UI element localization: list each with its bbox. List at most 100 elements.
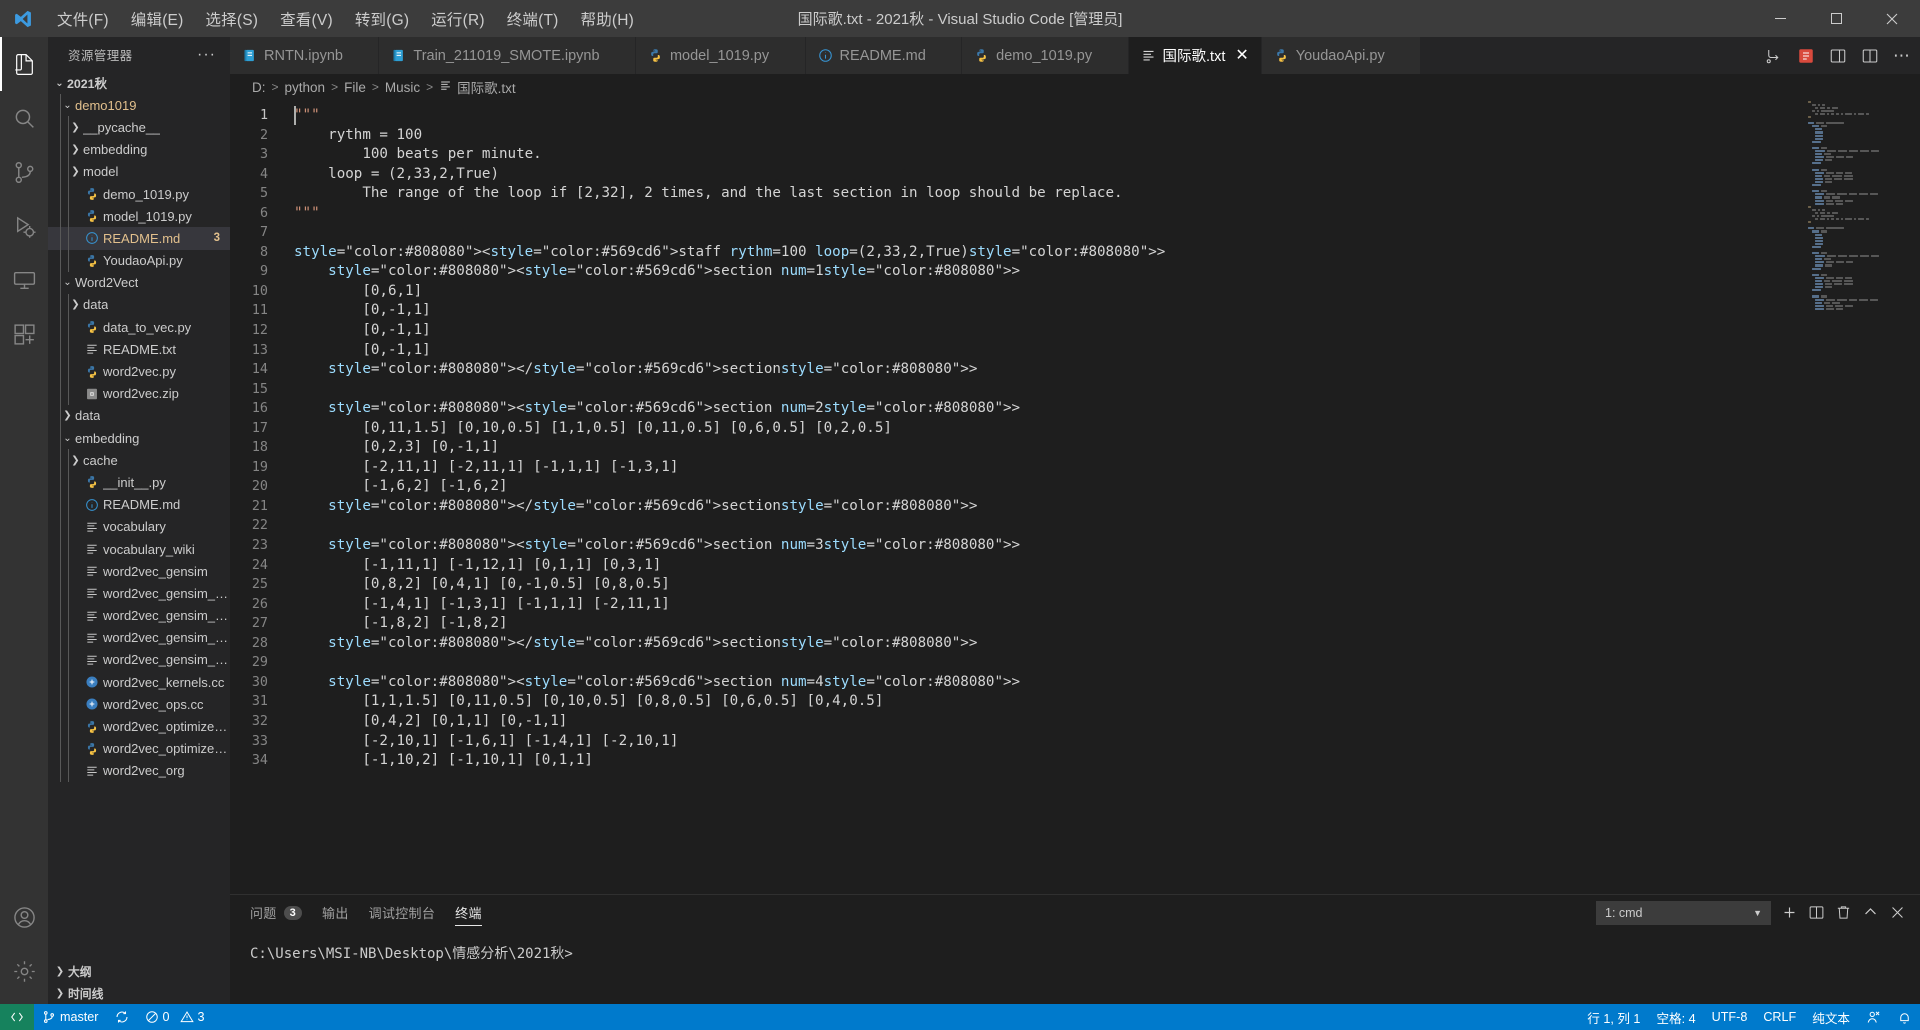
code-line[interactable]: [-1,10,2] [-1,10,1] [0,1,1]	[287, 751, 1920, 771]
code-line[interactable]: style="color:#808080"></style="color:#56…	[287, 634, 1920, 654]
file-tree[interactable]: ⌄ 2021秋 ⌄ demo1019 ❯ __pycache__ ❯ embedding ❯ mo…	[48, 72, 230, 960]
code-line[interactable]: [0,2,3] [0,-1,1]	[287, 438, 1920, 458]
tree-file-row[interactable]: · README.md 3	[48, 227, 230, 250]
tree-file-row[interactable]: · word2vec_gensim_w...	[48, 604, 230, 627]
code-line[interactable]: [-1,11,1] [-1,12,1] [0,1,1] [0,3,1]	[287, 556, 1920, 576]
code-line[interactable]	[287, 380, 1920, 400]
code-line[interactable]: rythm = 100	[287, 126, 1920, 146]
code-line[interactable]: style="color:#808080"></style="color:#56…	[287, 497, 1920, 517]
tree-file-row[interactable]: · model_1019.py	[48, 205, 230, 228]
tree-file-row[interactable]: · word2vec_org	[48, 759, 230, 782]
sidebar-more-actions-icon[interactable]: ···	[197, 46, 222, 64]
language-mode[interactable]: 纯文本	[1804, 1004, 1858, 1030]
activity-extensions-icon[interactable]	[0, 307, 48, 361]
extension-badge-icon[interactable]	[1797, 47, 1815, 65]
code-line[interactable]: [-2,10,1] [-1,6,1] [-1,4,1] [-2,10,1]	[287, 732, 1920, 752]
activity-explorer-icon[interactable]	[0, 37, 48, 91]
breadcrumb-item[interactable]: File	[344, 80, 366, 95]
code-line[interactable]: style="color:#808080"><style="color:#569…	[287, 262, 1920, 282]
indentation-setting[interactable]: 空格: 4	[1648, 1004, 1703, 1030]
minimize-button[interactable]	[1752, 0, 1808, 37]
sync-changes-button[interactable]	[107, 1004, 137, 1030]
tree-file-row[interactable]: · YoudaoApi.py	[48, 249, 230, 272]
terminal-selector[interactable]: 1: cmd ▼	[1596, 900, 1771, 925]
menu-selection[interactable]: 选择(S)	[194, 0, 269, 37]
code-line[interactable]: """	[287, 106, 1920, 126]
tree-file-row[interactable]: · word2vec_gensim	[48, 560, 230, 583]
kill-terminal-icon[interactable]	[1835, 904, 1852, 921]
chevron-down-icon[interactable]: ⌄	[60, 100, 75, 111]
editor-more-actions-icon[interactable]: ⋯	[1893, 47, 1910, 64]
timeline-section[interactable]: ❯ 时间线	[48, 982, 230, 1004]
menu-view[interactable]: 查看(V)	[269, 0, 344, 37]
code-line[interactable]: [0,11,1.5] [0,10,0.5] [1,1,0.5] [0,11,0.…	[287, 419, 1920, 439]
breadcrumb-item[interactable]: Music	[385, 80, 420, 95]
code-line[interactable]: style="color:#808080"><style="color:#569…	[287, 399, 1920, 419]
tree-folder-row[interactable]: ⌄ Word2Vect	[48, 271, 230, 294]
code-line[interactable]: style="color:#808080"><style="color:#569…	[287, 536, 1920, 556]
activity-accounts-icon[interactable]	[0, 890, 48, 944]
editor-tab[interactable]: 国际歌.txt ✕	[1128, 37, 1262, 74]
open-preview-icon[interactable]	[1829, 47, 1847, 65]
code-line[interactable]: [0,-1,1]	[287, 301, 1920, 321]
code-line[interactable]	[287, 653, 1920, 673]
close-panel-icon[interactable]	[1889, 904, 1906, 921]
code-line[interactable]: [1,1,1.5] [0,11,0.5] [0,10,0.5] [0,8,0.5…	[287, 692, 1920, 712]
minimap[interactable]	[1806, 100, 1906, 894]
menu-run[interactable]: 运行(R)	[420, 0, 496, 37]
code-line[interactable]: [-1,6,2] [-1,6,2]	[287, 477, 1920, 497]
menu-file[interactable]: 文件(F)	[46, 0, 120, 37]
menu-edit[interactable]: 编辑(E)	[120, 0, 195, 37]
tree-folder-row[interactable]: ❯ embedding	[48, 138, 230, 161]
eol-setting[interactable]: CRLF	[1755, 1004, 1804, 1030]
editor-tab[interactable]: demo_1019.py✕	[962, 37, 1129, 74]
tree-folder-row[interactable]: ⌄ embedding	[48, 427, 230, 450]
panel-tab-debug-console[interactable]: 调试控制台	[369, 895, 436, 930]
activity-source-control-icon[interactable]	[0, 145, 48, 199]
code-line[interactable]: style="color:#808080"><style="color:#569…	[287, 673, 1920, 693]
tree-folder-row[interactable]: ❯ data	[48, 404, 230, 427]
tree-file-row[interactable]: · word2vec_kernels.cc	[48, 671, 230, 694]
split-notebook-icon[interactable]	[1765, 47, 1783, 65]
editor-tab[interactable]: RNTN.ipynb✕	[230, 37, 380, 74]
code-line[interactable]: [0,-1,1]	[287, 341, 1920, 361]
activity-remote-explorer-icon[interactable]	[0, 253, 48, 307]
editor-scrollbar[interactable]	[1906, 100, 1920, 894]
new-terminal-icon[interactable]	[1781, 904, 1798, 921]
code-line[interactable]: [-2,11,1] [-2,11,1] [-1,1,1] [-1,3,1]	[287, 458, 1920, 478]
tree-file-row[interactable]: · data_to_vec.py	[48, 316, 230, 339]
code-line[interactable]: """	[287, 204, 1920, 224]
code-line[interactable]: style="color:#808080"></style="color:#56…	[287, 360, 1920, 380]
split-editor-icon[interactable]	[1861, 47, 1879, 65]
menu-terminal[interactable]: 终端(T)	[496, 0, 570, 37]
chevron-right-icon[interactable]: ❯	[68, 122, 83, 133]
code-line[interactable]: [0,6,1]	[287, 282, 1920, 302]
tree-folder-row[interactable]: ❯ cache	[48, 449, 230, 472]
editor-tab[interactable]: model_1019.py✕	[635, 37, 806, 74]
tree-file-row[interactable]: · word2vec_ops.cc	[48, 693, 230, 716]
code-content[interactable]: """ rythm = 100 100 beats per minute. lo…	[287, 100, 1920, 894]
menu-go[interactable]: 转到(G)	[344, 0, 420, 37]
tree-folder-row[interactable]: ❯ __pycache__	[48, 116, 230, 139]
code-line[interactable]: [0,8,2] [0,4,1] [0,-1,0.5] [0,8,0.5]	[287, 575, 1920, 595]
activity-search-icon[interactable]	[0, 91, 48, 145]
git-branch-indicator[interactable]: master	[34, 1004, 107, 1030]
code-line[interactable]: 100 beats per minute.	[287, 145, 1920, 165]
tree-folder-row[interactable]: ⌄ demo1019	[48, 94, 230, 117]
problems-indicator[interactable]: 0 3	[137, 1004, 213, 1030]
maximize-panel-icon[interactable]	[1862, 904, 1879, 921]
breadcrumb-item[interactable]: D:	[252, 80, 266, 95]
editor-tab[interactable]: Train_211019_SMOTE.ipynb✕	[379, 37, 636, 74]
tree-file-row[interactable]: · word2vec_optimized...	[48, 737, 230, 760]
chevron-down-icon[interactable]: ⌄	[52, 78, 67, 89]
split-terminal-icon[interactable]	[1808, 904, 1825, 921]
tree-folder-row[interactable]: ❯ data	[48, 293, 230, 317]
breadcrumb-item[interactable]: python	[285, 80, 326, 95]
code-editor[interactable]: 1 2 3 4 5 6 7 8 9 10 11 12 13 14 15 16 17 18 19 20 21 22 23 24 2…	[230, 100, 1920, 894]
tree-folder-row[interactable]: ❯ model	[48, 160, 230, 183]
tab-close-icon[interactable]: ✕	[1235, 47, 1248, 64]
tree-file-row[interactable]: · demo_1019.py	[48, 182, 230, 206]
tree-file-row[interactable]: · vocabulary_wiki	[48, 537, 230, 561]
code-line[interactable]	[287, 516, 1920, 536]
panel-tab-output[interactable]: 输出	[322, 895, 349, 930]
